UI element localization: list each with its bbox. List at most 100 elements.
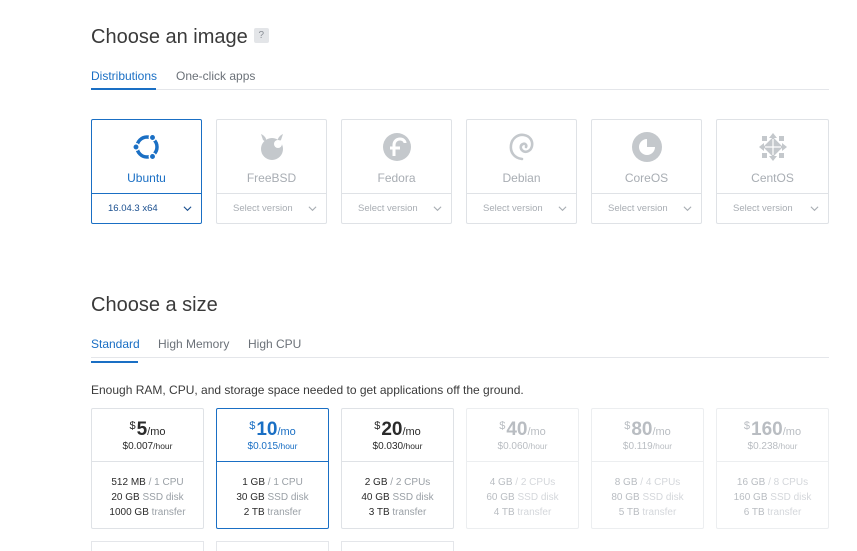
tab-active-indicator bbox=[91, 361, 138, 363]
monthly-price: $80/mo bbox=[592, 419, 703, 441]
fedora-logo-icon bbox=[383, 133, 411, 161]
tab-one-click-apps[interactable]: One-click apps bbox=[176, 69, 255, 83]
disk: 20 GB SSD disk bbox=[92, 490, 203, 505]
transfer: 5 TB transfer bbox=[592, 505, 703, 520]
ram-cpu: 4 GB / 2 CPUs bbox=[467, 475, 578, 490]
disk-size: 60 GB bbox=[486, 492, 515, 503]
hourly-amount: $0.119 bbox=[622, 441, 653, 452]
transfer-label: transfer bbox=[392, 507, 427, 518]
distro-name: Debian bbox=[502, 171, 541, 185]
size-card-20[interactable]: $20/mo $0.030/hour 2 GB / 2 CPUs 40 GB S… bbox=[341, 408, 454, 529]
disk-label: SSD disk bbox=[517, 492, 559, 503]
transfer-size: 5 TB bbox=[618, 507, 640, 518]
disk-size: 80 GB bbox=[611, 492, 640, 503]
tab-high-memory[interactable]: High Memory bbox=[158, 337, 229, 351]
disk-label: SSD disk bbox=[267, 492, 309, 503]
version-select[interactable]: Select version bbox=[467, 193, 576, 223]
distro-card-centos[interactable]: CentOS Select version bbox=[716, 119, 829, 224]
cpu: / 4 CPUs bbox=[640, 477, 681, 488]
distro-name: CentOS bbox=[751, 171, 794, 185]
disk-size: 30 GB bbox=[236, 492, 265, 503]
plan-specs: 2 GB / 2 CPUs 40 GB SSD disk 3 TB transf… bbox=[342, 461, 453, 528]
debian-logo-icon bbox=[509, 133, 534, 161]
version-select[interactable]: Select version bbox=[717, 193, 828, 223]
tab-high-cpu[interactable]: High CPU bbox=[248, 337, 301, 351]
cpu: / 1 CPU bbox=[267, 477, 303, 488]
size-section-title: Choose a size bbox=[91, 294, 218, 316]
transfer: 1000 GB transfer bbox=[92, 505, 203, 520]
transfer-label: transfer bbox=[267, 507, 302, 518]
coreos-logo-icon bbox=[632, 132, 662, 162]
disk-label: SSD disk bbox=[392, 492, 434, 503]
distro-card-coreos[interactable]: CoreOS Select version bbox=[591, 119, 702, 224]
transfer-size: 3 TB bbox=[368, 507, 390, 518]
version-select[interactable]: Select version bbox=[592, 193, 701, 223]
transfer-size: 6 TB bbox=[743, 507, 765, 518]
price-period: /mo bbox=[652, 426, 671, 438]
version-select[interactable]: Select version bbox=[342, 193, 451, 223]
transfer-size: 1000 GB bbox=[109, 507, 149, 518]
transfer-size: 4 TB bbox=[493, 507, 515, 518]
distro-card-freebsd[interactable]: FreeBSD Select version bbox=[216, 119, 327, 224]
hourly-price: $0.060/hour bbox=[467, 441, 578, 452]
size-card-40: $40/mo $0.060/hour 4 GB / 2 CPUs 60 GB S… bbox=[466, 408, 579, 529]
ram-cpu: 1 GB / 1 CPU bbox=[217, 475, 328, 490]
size-tabs: Standard High Memory High CPU bbox=[91, 337, 829, 363]
currency: $ bbox=[499, 420, 506, 432]
currency: $ bbox=[129, 420, 136, 432]
disk: 160 GB SSD disk bbox=[717, 490, 828, 505]
freebsd-logo-icon bbox=[261, 134, 283, 160]
disk: 60 GB SSD disk bbox=[467, 490, 578, 505]
transfer: 3 TB transfer bbox=[342, 505, 453, 520]
ram: 2 GB bbox=[364, 477, 388, 488]
currency: $ bbox=[249, 420, 256, 432]
transfer-label: transfer bbox=[151, 507, 186, 518]
size-description: Enough RAM, CPU, and storage space neede… bbox=[91, 383, 524, 397]
tab-distributions[interactable]: Distributions bbox=[91, 69, 157, 83]
transfer-label: transfer bbox=[767, 507, 802, 518]
hourly-price: $0.119/hour bbox=[592, 441, 703, 452]
image-section-title-text: Choose an image bbox=[91, 26, 248, 48]
version-label: Select version bbox=[733, 203, 793, 214]
chevron-down-icon bbox=[308, 206, 317, 212]
hourly-unit: /hour bbox=[652, 441, 673, 451]
hourly-amount: $0.238 bbox=[747, 441, 779, 452]
plan-specs: 4 GB / 2 CPUs 60 GB SSD disk 4 TB transf… bbox=[467, 461, 578, 528]
transfer-label: transfer bbox=[642, 507, 677, 518]
size-card-partial[interactable] bbox=[341, 541, 454, 551]
hourly-price: $0.007/hour bbox=[92, 441, 203, 452]
version-select[interactable]: 16.04.3 x64 bbox=[92, 193, 201, 223]
tab-standard[interactable]: Standard bbox=[91, 337, 140, 351]
price-amount: 5 bbox=[136, 419, 148, 440]
hourly-unit: /hour bbox=[153, 441, 173, 451]
chevron-down-icon bbox=[183, 206, 192, 212]
size-card-partial[interactable] bbox=[216, 541, 329, 551]
distro-card-fedora[interactable]: Fedora Select version bbox=[341, 119, 452, 224]
hourly-price: $0.030/hour bbox=[342, 441, 453, 452]
help-icon[interactable]: ? bbox=[253, 28, 269, 44]
disk-size: 160 GB bbox=[733, 492, 768, 503]
size-card-5[interactable]: $5/mo $0.007/hour 512 MB / 1 CPU 20 GB S… bbox=[91, 408, 204, 529]
version-label: Select version bbox=[483, 203, 543, 214]
ram: 16 GB bbox=[736, 477, 766, 488]
distro-card-ubuntu[interactable]: Ubuntu 16.04.3 x64 bbox=[91, 119, 202, 224]
tab-active-indicator bbox=[91, 88, 156, 90]
size-card-10[interactable]: $10/mo $0.015/hour 1 GB / 1 CPU 30 GB SS… bbox=[216, 408, 329, 529]
distro-name: FreeBSD bbox=[246, 171, 297, 185]
disk-label: SSD disk bbox=[642, 492, 684, 503]
distro-name: CoreOS bbox=[624, 171, 669, 185]
hourly-unit: /hour bbox=[778, 441, 798, 451]
disk: 80 GB SSD disk bbox=[592, 490, 703, 505]
price-amount: 160 bbox=[751, 419, 783, 440]
disk-label: SSD disk bbox=[142, 492, 184, 503]
size-card-80: $80/mo $0.119/hour 8 GB / 4 CPUs 80 GB S… bbox=[591, 408, 704, 529]
size-card-partial[interactable] bbox=[91, 541, 204, 551]
distro-card-debian[interactable]: Debian Select version bbox=[466, 119, 577, 224]
price-amount: 20 bbox=[381, 419, 403, 440]
version-select[interactable]: Select version bbox=[217, 193, 326, 223]
cpu: / 8 CPUs bbox=[768, 477, 809, 488]
price-period: /mo bbox=[147, 426, 166, 438]
chevron-down-icon bbox=[433, 206, 442, 212]
transfer: 6 TB transfer bbox=[717, 505, 828, 520]
plan-specs: 16 GB / 8 CPUs 160 GB SSD disk 6 TB tran… bbox=[717, 461, 828, 528]
